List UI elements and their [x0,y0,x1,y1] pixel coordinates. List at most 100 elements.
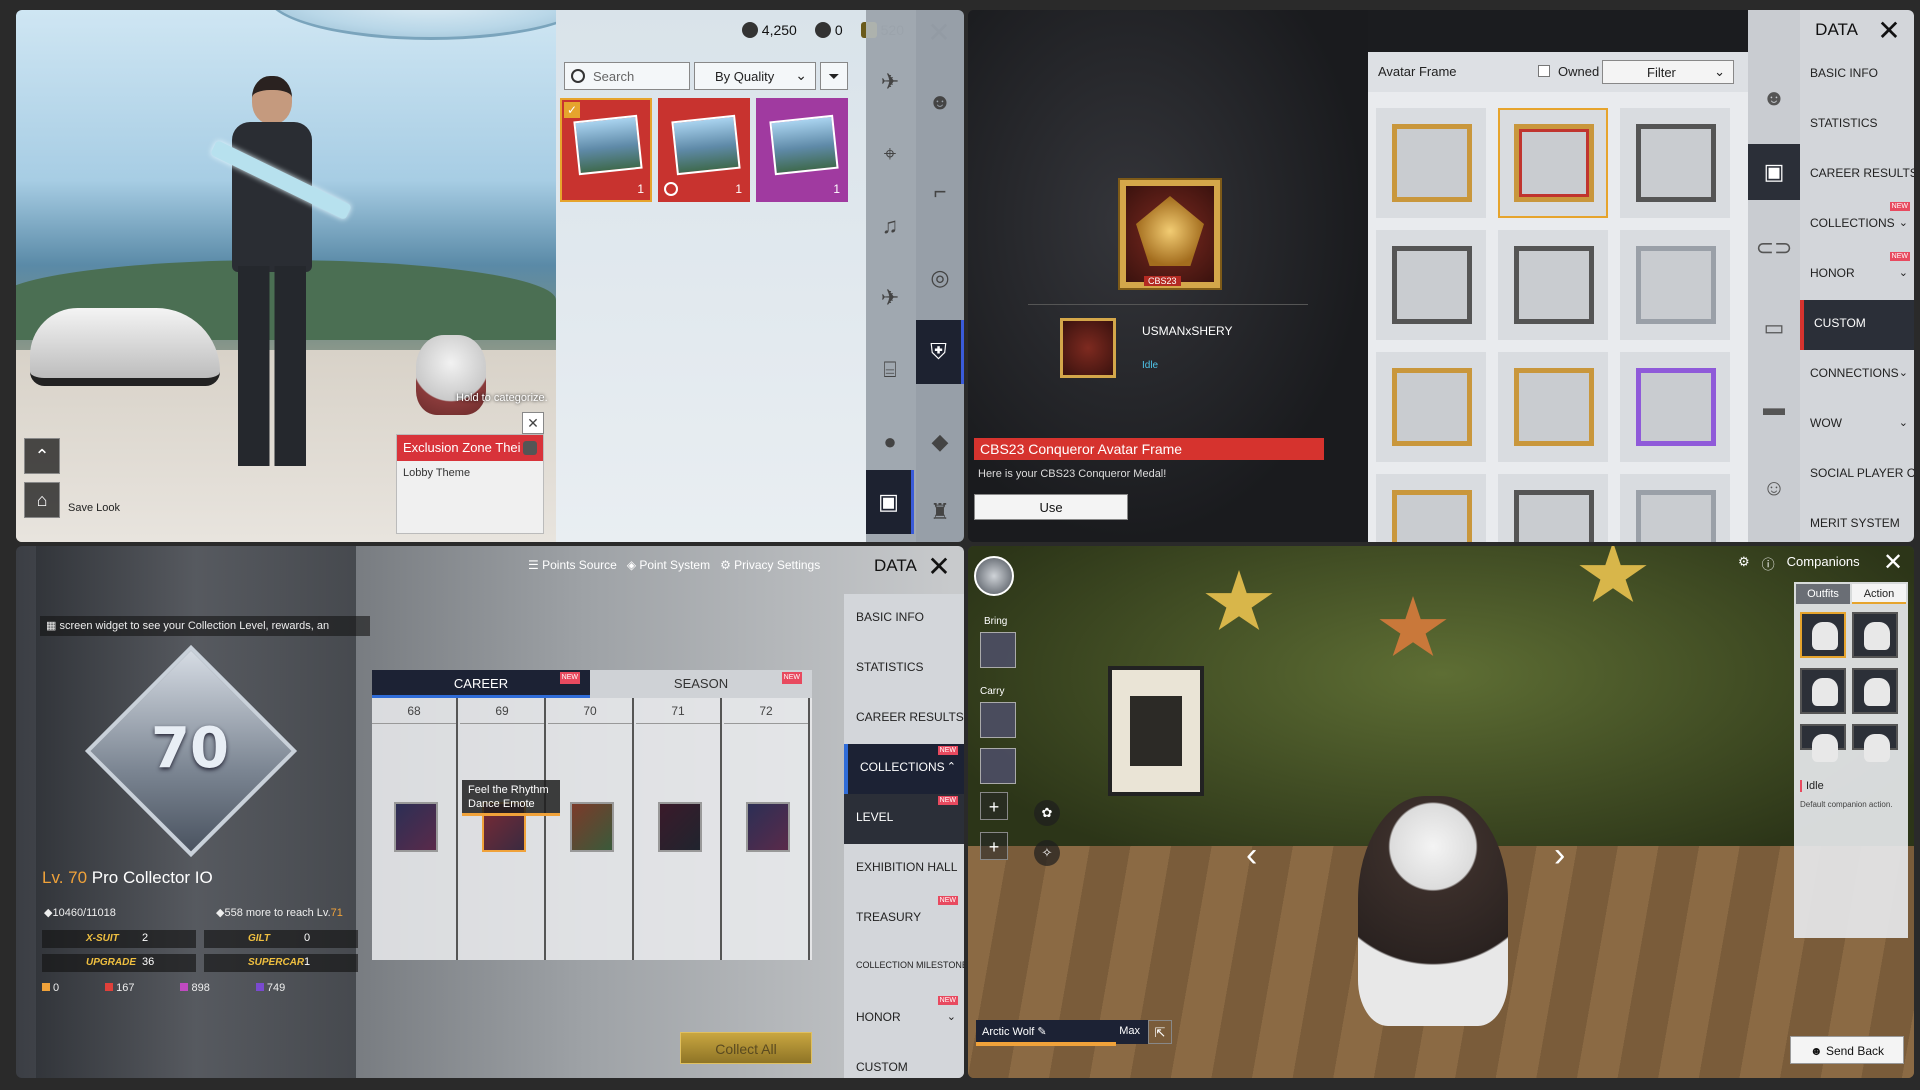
lobby-theme-icon[interactable]: ▣ [866,470,914,534]
butterfly-icon[interactable]: ✿ [1034,800,1060,826]
chevron-right-icon[interactable]: › [1554,836,1565,875]
point-system-link[interactable]: ◈ Point System [627,558,710,572]
theme-card[interactable]: Exclusion Zone Thei Lobby Theme [396,434,544,534]
frame-cell[interactable] [1498,474,1608,542]
steering-wheel-icon[interactable]: ◎ [916,246,964,310]
frame-cell[interactable] [1620,352,1730,462]
close-icon[interactable]: ✕ [1872,14,1906,48]
tab-outfits[interactable]: Outfits [1796,584,1850,604]
frame-cell[interactable] [1376,474,1486,542]
soldier-icon[interactable]: ♜ [916,480,964,542]
menu-item-career-results[interactable]: CAREER RESULTS [844,694,964,744]
action-item[interactable] [1800,668,1846,714]
location-pin-icon[interactable]: ⌖ [866,122,914,186]
filter-icon[interactable]: ⏷ [820,62,848,90]
menu-item-basic-info[interactable]: BASIC INFO [1800,50,1914,100]
reward-item[interactable] [658,802,702,852]
action-item[interactable] [1800,612,1846,658]
folder-icon[interactable]: ▬ [1748,380,1800,436]
close-icon[interactable]: ✕ [1878,548,1908,578]
microphone-icon[interactable]: ♫ [866,194,914,258]
menu-item-level[interactable]: LEVEL NEW [844,794,964,844]
tag-icon[interactable] [523,441,537,455]
privacy-settings-link[interactable]: ⚙ Privacy Settings [720,558,820,572]
tab-career[interactable]: CAREER NEW [372,670,590,698]
share-icon[interactable]: ⇱ [1148,1020,1172,1044]
menu-item-social-player-card[interactable]: SOCIAL PLAYER CAI [1800,450,1914,500]
character-icon[interactable]: ☻ [916,70,964,134]
parachute-icon[interactable]: ✈ [866,50,914,114]
search-input[interactable]: Search [564,62,690,90]
menu-item-collections[interactable]: COLLECTIONS NEW ⌃ [844,744,964,794]
chevron-left-icon[interactable]: ‹ [1246,836,1257,875]
action-icon[interactable]: ✧ [1034,840,1060,866]
reward-item[interactable] [394,802,438,852]
reward-item[interactable] [746,802,790,852]
close-icon[interactable]: ✕ [522,412,544,434]
frame-cell[interactable] [1620,474,1730,542]
owned-checkbox[interactable] [1538,65,1550,77]
frame-cell[interactable] [1376,108,1486,218]
shield-icon[interactable]: ⛨ [916,320,964,384]
nameplate-icon[interactable]: ▭ [1748,300,1800,356]
tab-season[interactable]: SEASON NEW [590,670,812,698]
menu-item-honor[interactable]: HONOR NEW ⌄ [844,994,964,1044]
close-icon[interactable]: ✕ [922,550,956,584]
filter-dropdown[interactable]: Filter ⌄ [1602,60,1734,84]
menu-item-statistics[interactable]: STATISTICS [844,644,964,694]
menu-item-connections[interactable]: CONNECTIONS ⌄ [1800,350,1914,400]
edit-icon[interactable]: ✎ [1037,1026,1046,1038]
send-back-button[interactable]: ☻ Send Back [1790,1036,1904,1064]
theme-item[interactable]: 1 [658,98,750,202]
profile-icon[interactable]: ☻ [1748,70,1800,126]
tab-action[interactable]: Action [1852,584,1906,604]
theme-item[interactable]: ✓ 1 [560,98,652,202]
toggle-icon[interactable]: ⊂⊃ [1748,220,1800,276]
menu-item-merit-system[interactable]: MERIT SYSTEM [1800,500,1914,542]
gift-icon[interactable]: ⌸ [866,338,914,402]
frame-cell[interactable] [1620,230,1730,340]
points-source-link[interactable]: ☰ Points Source [528,558,617,572]
frame-cell[interactable] [1498,352,1608,462]
frame-cell[interactable] [1498,108,1608,218]
reward-item[interactable] [570,802,614,852]
chevron-up-icon[interactable]: ⌃ [24,438,60,474]
widget-banner[interactable]: ▦ screen widget to see your Collection L… [40,616,370,636]
id-card-icon[interactable]: ☺ [1748,460,1800,516]
frame-cell[interactable] [1498,230,1608,340]
carry-slot[interactable] [980,748,1016,784]
menu-item-collections[interactable]: COLLECTIONS NEW ⌄ [1800,200,1914,250]
grenade-icon[interactable]: ● [866,410,914,474]
add-icon[interactable]: + [980,832,1008,860]
help-icon[interactable]: ⓘ [1762,554,1775,578]
action-item[interactable] [1800,724,1846,762]
frame-cell[interactable] [1620,108,1730,218]
menu-item-honor[interactable]: HONOR NEW ⌄ [1800,250,1914,300]
carry-slot[interactable] [980,702,1016,738]
crate-icon[interactable]: ◆ [916,410,964,474]
menu-item-career-results[interactable]: CAREER RESULTS [1800,150,1914,200]
menu-item-collection-milestones[interactable]: COLLECTION MILESTONES [844,944,964,994]
use-button[interactable]: Use [974,494,1128,520]
action-item[interactable] [1852,724,1898,762]
sort-dropdown[interactable]: By Quality ⌄ [694,62,816,90]
menu-item-basic-info[interactable]: BASIC INFO [844,594,964,644]
frame-cell[interactable] [1376,352,1486,462]
avatar[interactable] [974,556,1014,596]
pistol-icon[interactable]: ⌐ [916,160,964,224]
collect-all-button[interactable]: Collect All [680,1032,812,1064]
menu-item-statistics[interactable]: STATISTICS [1800,100,1914,150]
menu-item-exhibition-hall[interactable]: EXHIBITION HALL [844,844,964,894]
frame-cell[interactable] [1376,230,1486,340]
add-icon[interactable]: + [980,792,1008,820]
menu-item-custom[interactable]: CUSTOM [844,1044,964,1078]
hanger-icon[interactable]: ⌂ [24,482,60,518]
action-item[interactable] [1852,668,1898,714]
menu-item-treasury[interactable]: TREASURY NEW [844,894,964,944]
action-item[interactable] [1852,612,1898,658]
theme-item[interactable]: 1 [756,98,848,202]
menu-item-custom[interactable]: CUSTOM [1800,300,1914,350]
plane-icon[interactable]: ✈ [866,266,914,330]
bring-slot[interactable] [980,632,1016,668]
settings-gear-icon[interactable]: ⚙ [1738,554,1750,578]
